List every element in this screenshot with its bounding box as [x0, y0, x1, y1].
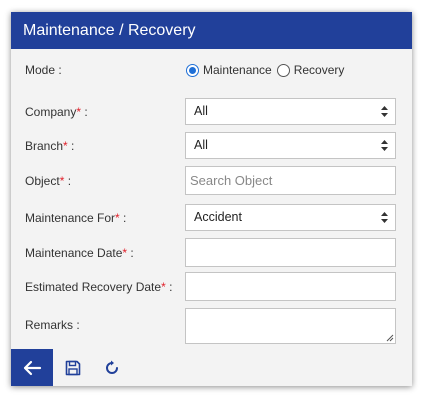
- object-search-input[interactable]: Search Object: [185, 166, 396, 195]
- mode-recovery-label[interactable]: Recovery: [294, 63, 345, 77]
- select-arrows-icon: [381, 140, 388, 151]
- select-arrows-icon: [381, 212, 388, 223]
- select-arrows-icon: [381, 106, 388, 117]
- mode-maintenance-radio[interactable]: [186, 63, 199, 77]
- maintenance-recovery-panel: Maintenance / Recovery Mode : Maintenanc…: [11, 12, 412, 386]
- maintenance-date-input[interactable]: [185, 238, 396, 267]
- arrow-left-icon: [23, 360, 42, 375]
- maintenance-for-select-value: Accident: [194, 210, 242, 224]
- maintenance-for-select[interactable]: Accident: [185, 204, 396, 231]
- estimated-recovery-date-label: Estimated Recovery Date* :: [25, 280, 173, 294]
- save-button[interactable]: [64, 359, 82, 377]
- remarks-textarea[interactable]: [185, 308, 396, 344]
- mode-label: Mode :: [25, 63, 62, 77]
- resize-grip-icon[interactable]: [386, 334, 394, 342]
- maintenance-form: Mode : Maintenance Recovery Company* : A…: [11, 49, 412, 349]
- company-select[interactable]: All: [185, 98, 396, 125]
- panel-title: Maintenance / Recovery: [11, 12, 412, 49]
- mode-maintenance-label[interactable]: Maintenance: [203, 63, 272, 77]
- branch-label: Branch* :: [25, 139, 75, 153]
- company-label: Company* :: [25, 105, 88, 119]
- maintenance-for-label: Maintenance For* :: [25, 211, 127, 225]
- object-label: Object* :: [25, 174, 72, 188]
- company-select-value: All: [194, 104, 208, 118]
- back-button[interactable]: [11, 349, 53, 386]
- refresh-button[interactable]: [103, 359, 121, 377]
- maintenance-date-label: Maintenance Date* :: [25, 246, 134, 260]
- branch-select-value: All: [194, 138, 208, 152]
- footer-toolbar: [11, 349, 412, 386]
- mode-recovery-radio[interactable]: [276, 63, 290, 77]
- remarks-label: Remarks :: [25, 318, 80, 332]
- object-search-placeholder: Search Object: [190, 173, 273, 188]
- mode-radio-group: Maintenance Recovery: [186, 62, 349, 78]
- save-icon: [65, 360, 81, 376]
- estimated-recovery-date-input[interactable]: [185, 272, 396, 301]
- refresh-icon: [106, 360, 118, 374]
- branch-select[interactable]: All: [185, 132, 396, 159]
